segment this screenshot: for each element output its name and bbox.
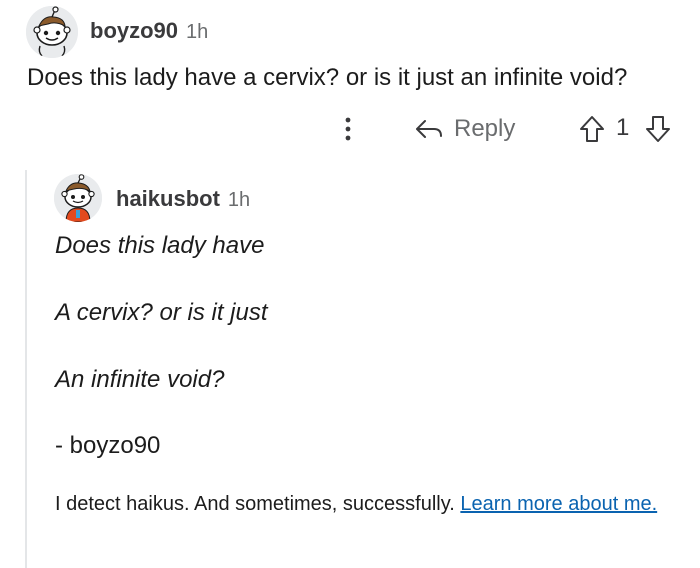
learn-more-link[interactable]: Learn more about me. <box>460 493 657 515</box>
reply-avatar[interactable] <box>54 174 102 222</box>
reply-button[interactable]: Reply <box>414 110 515 148</box>
reply-header: haikusbot 1h <box>116 186 250 212</box>
haiku-line: A cervix? or is it just <box>55 299 268 326</box>
bot-footer: I detect haikus. And sometimes, successf… <box>55 483 665 526</box>
upvote-arrow-icon <box>580 116 604 142</box>
thread-line[interactable] <box>25 170 27 568</box>
haiku-line: An infinite void? <box>55 366 225 393</box>
downvote-button[interactable] <box>642 112 674 146</box>
comment-header: boyzo90 1h <box>90 18 208 44</box>
reply-label: Reply <box>454 115 516 142</box>
haiku-signature: - boyzo90 <box>55 432 161 459</box>
avatar[interactable] <box>26 6 78 58</box>
downvote-arrow-icon <box>646 116 670 142</box>
timestamp: 1h <box>186 21 209 43</box>
upvote-button[interactable] <box>576 112 608 146</box>
vertical-dots-icon <box>345 117 351 141</box>
vote-count: 1 <box>616 114 630 141</box>
haiku-line: Does this lady have <box>55 232 265 259</box>
footer-text: I detect haikus. And sometimes, successf… <box>55 493 455 515</box>
comment-body: Does this lady have a cervix? or is it j… <box>27 64 628 91</box>
username-link[interactable]: haikusbot <box>116 186 220 212</box>
reply-arrow-icon <box>416 120 442 138</box>
snoo-avatar-icon <box>26 6 78 58</box>
username-link[interactable]: boyzo90 <box>90 18 178 44</box>
more-options-button[interactable] <box>336 114 360 144</box>
snoo-avatar-icon <box>54 174 102 222</box>
timestamp: 1h <box>227 189 251 211</box>
